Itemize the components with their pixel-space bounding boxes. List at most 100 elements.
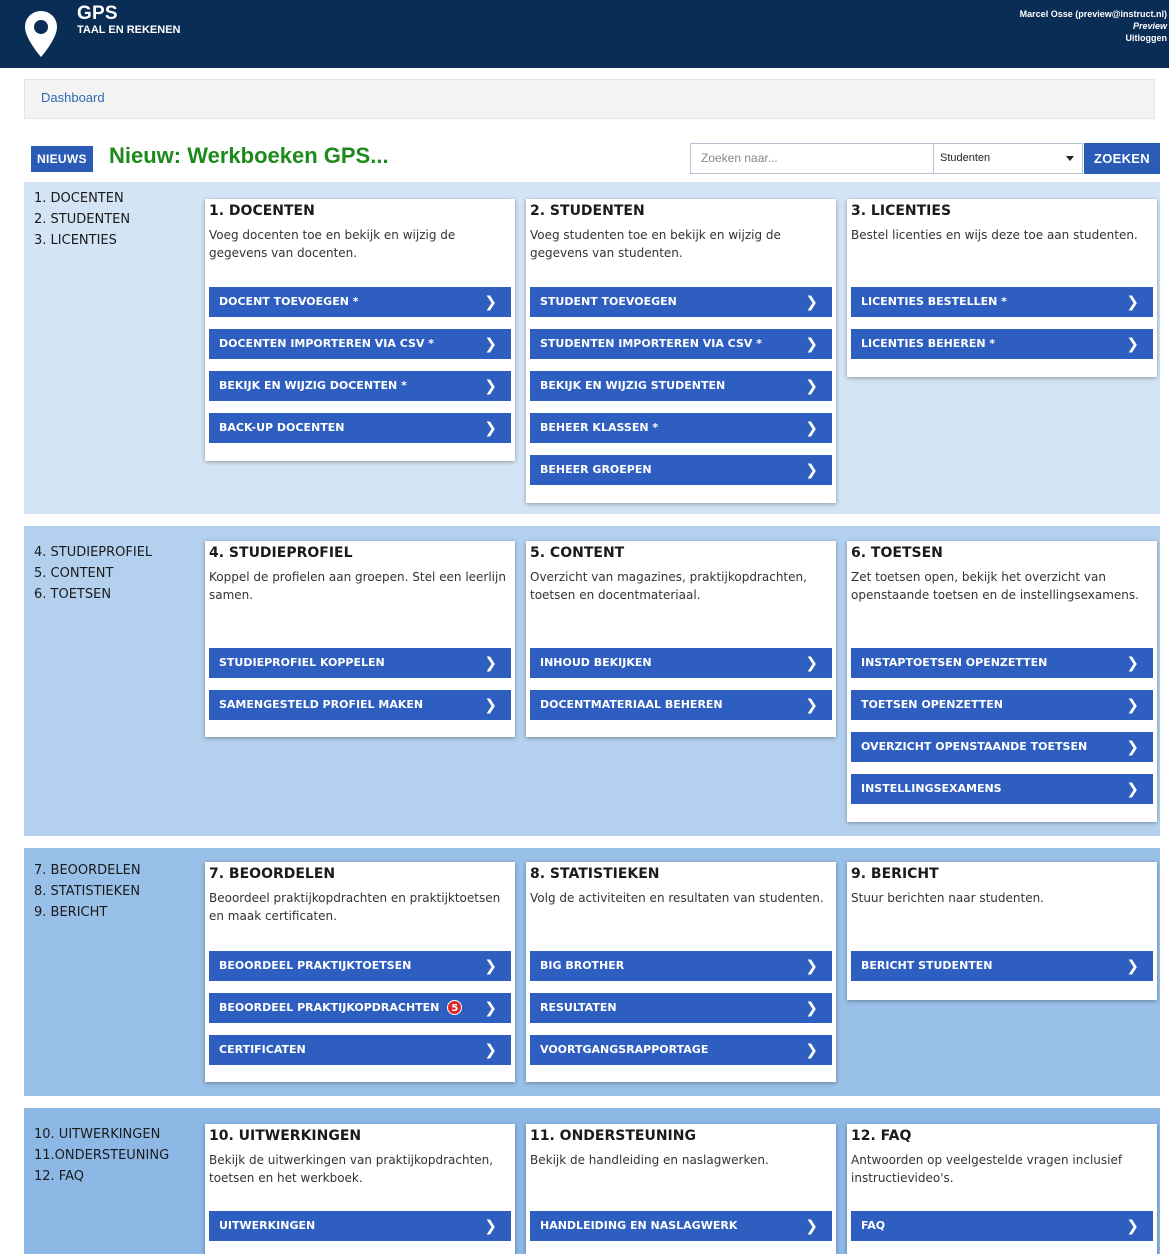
- news-headline[interactable]: Nieuw: Werkboeken GPS...: [109, 143, 389, 169]
- samengesteld-profiel-button[interactable]: SAMENGESTELD PROFIEL MAKEN ❯: [209, 690, 511, 720]
- chevron-right-icon: ❯: [805, 293, 818, 311]
- card-statistieken: 8. STATISTIEKEN Volg de activiteiten en …: [526, 862, 836, 1082]
- section-index-item[interactable]: 12. FAQ: [34, 1166, 169, 1187]
- section-index-item[interactable]: 2. STUDENTEN: [34, 209, 130, 230]
- card-description: Bekijk de uitwerkingen van praktijkopdra…: [209, 1153, 494, 1185]
- section-index: 1. DOCENTEN 2. STUDENTEN 3. LICENTIES: [34, 188, 130, 251]
- studieprofiel-koppelen-button[interactable]: STUDIEPROFIEL KOPPELEN ❯: [209, 648, 511, 678]
- chevron-right-icon: ❯: [805, 654, 818, 672]
- chevron-right-icon: ❯: [484, 335, 497, 353]
- section-index: 7. BEOORDELEN 8. STATISTIEKEN 9. BERICHT: [34, 860, 141, 923]
- search-button[interactable]: ZOEKEN: [1084, 143, 1160, 174]
- card-description: Volg de activiteiten en resultaten van s…: [530, 891, 824, 905]
- voortgangsrapportage-button[interactable]: VOORTGANGSRAPPORTAGE ❯: [530, 1035, 832, 1065]
- chevron-right-icon: ❯: [1126, 1217, 1139, 1235]
- section-index-item[interactable]: 11.ONDERSTEUNING: [34, 1145, 169, 1166]
- section-support: 10. UITWERKINGEN 11.ONDERSTEUNING 12. FA…: [24, 1108, 1160, 1254]
- chevron-right-icon: ❯: [805, 999, 818, 1017]
- section-index-item[interactable]: 8. STATISTIEKEN: [34, 881, 141, 902]
- card-description: Bestel licenties en wijs deze toe aan st…: [851, 228, 1138, 242]
- certificaten-button[interactable]: CERTIFICATEN ❯: [209, 1035, 511, 1065]
- chevron-right-icon: ❯: [1126, 957, 1139, 975]
- uitwerkingen-button[interactable]: UITWERKINGEN ❯: [209, 1211, 511, 1241]
- preview-label: Preview: [1132, 21, 1167, 31]
- backup-docenten-button[interactable]: BACK-UP DOCENTEN ❯: [209, 413, 511, 443]
- chevron-right-icon: ❯: [805, 957, 818, 975]
- chevron-right-icon: ❯: [484, 654, 497, 672]
- docent-toevoegen-button[interactable]: DOCENT TOEVOEGEN * ❯: [209, 287, 511, 317]
- studenten-importeren-button[interactable]: STUDENTEN IMPORTEREN VIA CSV * ❯: [530, 329, 832, 359]
- chevron-right-icon: ❯: [805, 419, 818, 437]
- handleiding-button[interactable]: HANDLEIDING EN NASLAGWERK ❯: [530, 1211, 832, 1241]
- card-description: Voeg studenten toe en bekijk en wijzig d…: [530, 228, 781, 260]
- section-accounts: 1. DOCENTEN 2. STUDENTEN 3. LICENTIES 1.…: [24, 182, 1160, 514]
- docenten-importeren-button[interactable]: DOCENTEN IMPORTEREN VIA CSV * ❯: [209, 329, 511, 359]
- chevron-right-icon: ❯: [484, 1041, 497, 1059]
- bekijk-docenten-button[interactable]: BEKIJK EN WIJZIG DOCENTEN * ❯: [209, 371, 511, 401]
- beheer-groepen-button[interactable]: BEHEER GROEPEN ❯: [530, 455, 832, 485]
- licenties-beheren-button[interactable]: LICENTIES BEHEREN * ❯: [851, 329, 1153, 359]
- chevron-right-icon: ❯: [805, 335, 818, 353]
- card-title: 12. FAQ: [851, 1128, 912, 1144]
- section-index-item[interactable]: 4. STUDIEPROFIEL: [34, 542, 152, 563]
- search-scope-value: Studenten: [940, 152, 991, 164]
- section-index: 10. UITWERKINGEN 11.ONDERSTEUNING 12. FA…: [34, 1124, 169, 1187]
- chevron-down-icon: [1066, 156, 1074, 161]
- chevron-right-icon: ❯: [805, 1041, 818, 1059]
- logout-link[interactable]: Uitloggen: [1020, 32, 1168, 44]
- card-description: Bekijk de handleiding en naslagwerken.: [530, 1153, 769, 1167]
- toetsen-openzetten-button[interactable]: TOETSEN OPENZETTEN ❯: [851, 690, 1153, 720]
- beoordeel-praktijkopdrachten-button[interactable]: BEOORDEEL PRAKTIJKOPDRACHTEN 5 ❯: [209, 993, 511, 1023]
- card-uitwerkingen: 10. UITWERKINGEN Bekijk de uitwerkingen …: [205, 1124, 515, 1254]
- section-index-item[interactable]: 10. UITWERKINGEN: [34, 1124, 169, 1145]
- section-index-item[interactable]: 6. TOETSEN: [34, 584, 152, 605]
- overzicht-toetsen-button[interactable]: OVERZICHT OPENSTAANDE TOETSEN ❯: [851, 732, 1153, 762]
- card-docenten: 1. DOCENTEN Voeg docenten toe en bekijk …: [205, 199, 515, 461]
- docentmateriaal-beheren-button[interactable]: DOCENTMATERIAAL BEHEREN ❯: [530, 690, 832, 720]
- instellingsexamens-button[interactable]: INSTELLINGSEXAMENS ❯: [851, 774, 1153, 804]
- card-title: 3. LICENTIES: [851, 203, 952, 219]
- instaptoetsen-openzetten-button[interactable]: INSTAPTOETSEN OPENZETTEN ❯: [851, 648, 1153, 678]
- section-index-item[interactable]: 5. CONTENT: [34, 563, 152, 584]
- card-description: Koppel de profielen aan groepen. Stel ee…: [209, 570, 506, 602]
- big-brother-button[interactable]: BIG BROTHER ❯: [530, 951, 832, 981]
- card-description: Zet toetsen open, bekijk het overzicht v…: [851, 570, 1139, 602]
- chevron-right-icon: ❯: [805, 696, 818, 714]
- student-toevoegen-button[interactable]: STUDENT TOEVOEGEN ❯: [530, 287, 832, 317]
- chevron-right-icon: ❯: [1126, 293, 1139, 311]
- chevron-right-icon: ❯: [805, 1217, 818, 1235]
- section-index-item[interactable]: 7. BEOORDELEN: [34, 860, 141, 881]
- chevron-right-icon: ❯: [1126, 335, 1139, 353]
- licenties-bestellen-button[interactable]: LICENTIES BESTELLEN * ❯: [851, 287, 1153, 317]
- chevron-right-icon: ❯: [805, 461, 818, 479]
- card-title: 6. TOETSEN: [851, 545, 943, 561]
- card-description: Beoordeel praktijkopdrachten en praktijk…: [209, 891, 501, 923]
- card-studieprofiel: 4. STUDIEPROFIEL Koppel de profielen aan…: [205, 541, 515, 737]
- chevron-right-icon: ❯: [484, 293, 497, 311]
- search-scope-select[interactable]: Studenten: [934, 143, 1083, 174]
- bericht-studenten-button[interactable]: BERICHT STUDENTEN ❯: [851, 951, 1153, 981]
- breadcrumb-dashboard-link[interactable]: Dashboard: [41, 90, 105, 105]
- faq-button[interactable]: FAQ ❯: [851, 1211, 1153, 1241]
- news-badge[interactable]: NIEUWS: [31, 146, 93, 172]
- beoordeel-praktijktoetsen-button[interactable]: BEOORDEEL PRAKTIJKTOETSEN ❯: [209, 951, 511, 981]
- section-index-item[interactable]: 9. BERICHT: [34, 902, 141, 923]
- card-faq: 12. FAQ Antwoorden op veelgestelde vrage…: [847, 1124, 1157, 1254]
- resultaten-button[interactable]: RESULTATEN ❯: [530, 993, 832, 1023]
- card-title: 11. ONDERSTEUNING: [530, 1128, 696, 1144]
- section-index-item[interactable]: 3. LICENTIES: [34, 230, 130, 251]
- user-box: Marcel Osse (preview@instruct.nl) Previe…: [1020, 8, 1167, 44]
- beheer-klassen-button[interactable]: BEHEER KLASSEN * ❯: [530, 413, 832, 443]
- breadcrumb: Dashboard: [24, 79, 1155, 119]
- section-index: 4. STUDIEPROFIEL 5. CONTENT 6. TOETSEN: [34, 542, 152, 605]
- inhoud-bekijken-button[interactable]: INHOUD BEKIJKEN ❯: [530, 648, 832, 678]
- card-bericht: 9. BERICHT Stuur berichten naar studente…: [847, 862, 1157, 1000]
- card-description: Antwoorden op veelgestelde vragen inclus…: [851, 1153, 1123, 1185]
- chevron-right-icon: ❯: [1126, 738, 1139, 756]
- card-studenten: 2. STUDENTEN Voeg studenten toe en bekij…: [526, 199, 836, 503]
- app-title: GPS: [77, 3, 118, 24]
- search-input[interactable]: Zoeken naar...: [690, 143, 934, 174]
- user-name[interactable]: Marcel Osse (preview@instruct.nl): [1020, 8, 1167, 20]
- bekijk-studenten-button[interactable]: BEKIJK EN WIJZIG STUDENTEN ❯: [530, 371, 832, 401]
- section-index-item[interactable]: 1. DOCENTEN: [34, 188, 130, 209]
